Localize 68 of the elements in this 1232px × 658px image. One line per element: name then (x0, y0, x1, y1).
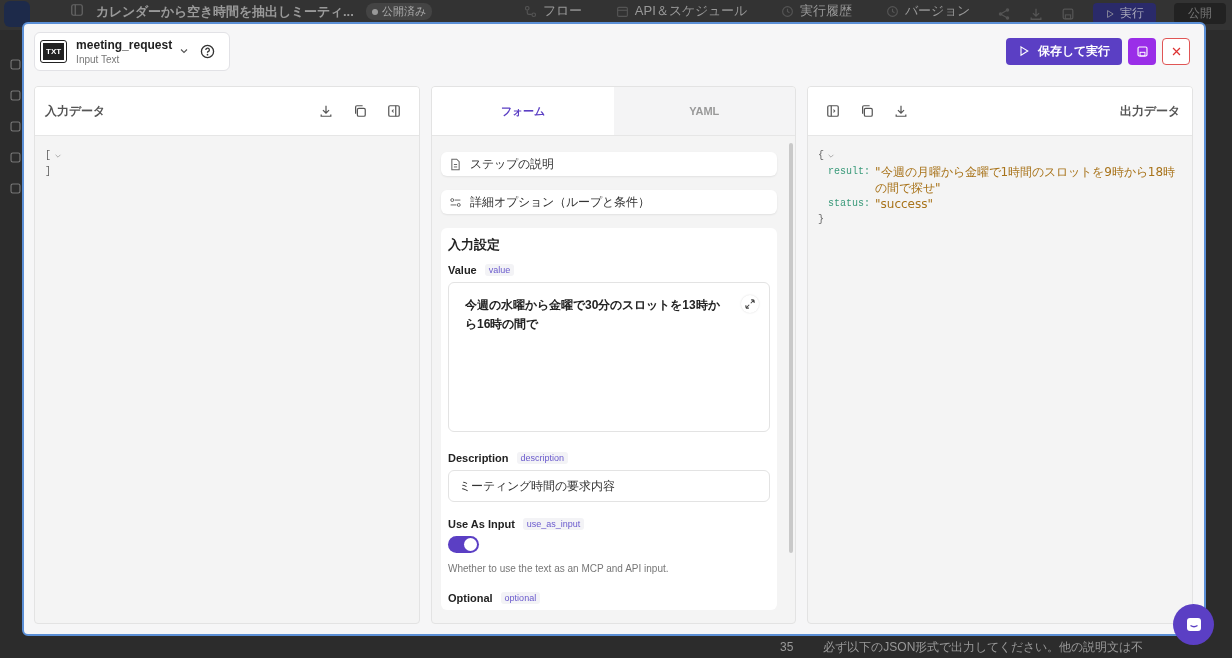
collapsible-section[interactable]: 詳細オプション（ループと条件） (441, 190, 777, 214)
run-button[interactable]: 実行 (1093, 3, 1156, 24)
clock-icon (780, 4, 794, 18)
field-label: Description (448, 452, 509, 464)
field-label: Value (448, 264, 477, 276)
nav-tab[interactable]: API＆スケジュール (615, 3, 747, 19)
collapse-panel-icon[interactable] (387, 104, 401, 118)
copy-icon[interactable] (860, 104, 874, 118)
collapsible-section[interactable]: ステップの説明 (441, 152, 777, 176)
save-button[interactable] (1128, 37, 1156, 65)
card-title: 入力設定 (448, 236, 501, 254)
json-bracket: { (818, 149, 824, 163)
field-key-tag: value (484, 264, 515, 276)
sliders-icon (449, 195, 462, 209)
value-textarea[interactable]: 今週の水曜から金曜で30分のスロットを13時から16時の間で (448, 282, 770, 432)
description-input[interactable]: ミーティング時間の要求内容 (448, 470, 770, 502)
save-and-run-button[interactable]: 保存して実行 (1006, 37, 1122, 65)
close-button[interactable] (1162, 37, 1190, 65)
toggle-switch[interactable] (448, 536, 479, 553)
download-icon[interactable] (319, 104, 333, 118)
json-key: status: (828, 196, 870, 212)
document-icon (449, 157, 462, 171)
field-key-tag: optional (500, 592, 541, 604)
sidebar-toggle-icon[interactable] (70, 3, 84, 17)
line-number: 35 (780, 640, 794, 654)
panel-title: 出力データ (1120, 102, 1180, 120)
step-selector[interactable]: TXT meeting_request Input Text (34, 31, 231, 71)
calendar-icon (615, 4, 629, 18)
field-key-tag: use_as_input (522, 518, 585, 530)
expand-panel-icon[interactable] (826, 104, 840, 118)
nav-tab[interactable]: 実行履歴 (780, 3, 852, 19)
help-text: Whether to use the text as an MCP and API input. (448, 563, 670, 574)
flow-icon (523, 4, 537, 18)
status-badge: 公開済み (365, 3, 432, 20)
field-label: Use As Input (448, 518, 515, 530)
json-string: "今週の月曜から金曜で1時間のスロットを9時から18時の間で探せ" (875, 164, 1177, 196)
nav-tab[interactable]: フロー (523, 3, 582, 19)
json-bracket: ] (45, 165, 51, 179)
app-logo-icon[interactable] (4, 1, 30, 27)
clock-icon (885, 4, 899, 18)
tab[interactable]: フォーム (432, 87, 614, 135)
json-string: "success" (875, 196, 933, 212)
field-key-tag: description (516, 452, 569, 464)
flow-title: カレンダーから空き時間を抽出しミーティ... (96, 3, 354, 21)
text-file-icon: TXT (41, 40, 67, 62)
sidebar-nav-icon[interactable] (8, 89, 22, 102)
expand-icon[interactable] (741, 295, 759, 313)
play-icon (1105, 8, 1115, 19)
publish-button[interactable]: 公開 (1174, 3, 1226, 24)
help-icon[interactable] (200, 43, 216, 59)
step-type: Input Text (76, 53, 121, 65)
save-icon (1135, 44, 1149, 58)
sidebar-nav-icon[interactable] (8, 120, 22, 133)
nav-tab[interactable]: バージョン (885, 3, 970, 19)
prompt-text: 必ず以下のJSON形式で出力してください。他の説明文は不 (823, 638, 1144, 656)
json-bracket: } (818, 213, 824, 227)
json-bracket: [ (45, 149, 51, 163)
panel-title: 入力データ (45, 102, 105, 120)
field-label: Optional (448, 592, 493, 604)
sidebar-nav-icon[interactable] (8, 58, 22, 71)
copy-icon[interactable] (353, 104, 367, 118)
sidebar-nav-icon[interactable] (8, 151, 22, 164)
play-icon (1018, 45, 1030, 57)
download-icon[interactable] (894, 104, 908, 118)
sidebar-nav-icon[interactable] (8, 182, 22, 195)
json-key: result: (828, 164, 870, 180)
close-icon (1170, 45, 1182, 57)
chat-button[interactable] (1173, 604, 1214, 645)
